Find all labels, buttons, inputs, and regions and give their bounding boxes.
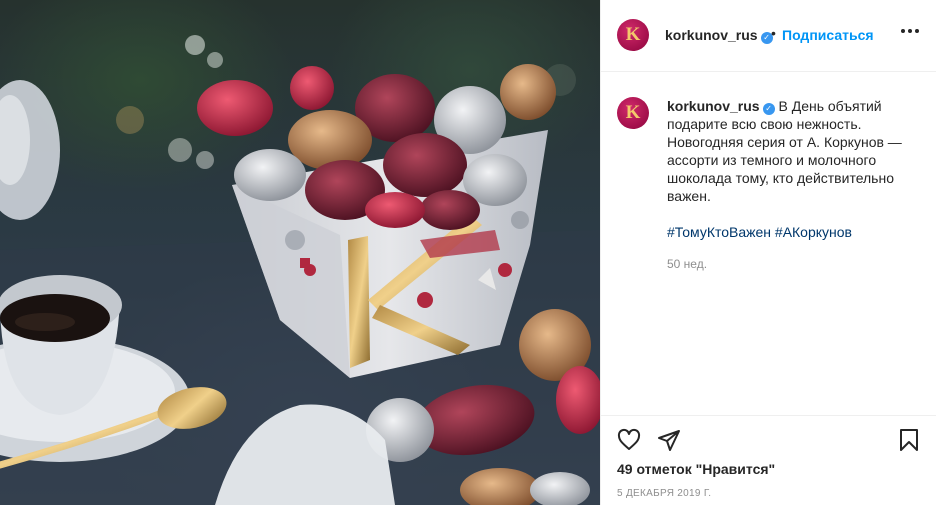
follow-button[interactable]: Подписаться	[782, 27, 874, 43]
more-options-icon[interactable]	[901, 29, 919, 33]
caption-avatar-letter: K	[625, 102, 641, 123]
avatar-letter: K	[625, 24, 641, 45]
send-icon[interactable]	[657, 428, 681, 452]
post-header: K korkunov_rus ✓ • Подписаться	[601, 0, 936, 72]
hashtag-link[interactable]: #АКоркунов	[775, 224, 852, 240]
author-username-text: korkunov_rus	[665, 27, 758, 43]
post-sidebar: K korkunov_rus ✓ • Подписаться K korkunov…	[600, 0, 936, 505]
author-username[interactable]: korkunov_rus ✓	[665, 27, 773, 44]
post-photo[interactable]	[0, 0, 600, 505]
caption-username[interactable]: korkunov_rus ✓	[667, 98, 775, 115]
separator-dot: •	[771, 25, 776, 41]
bookmark-icon[interactable]	[897, 428, 921, 452]
caption-author-avatar[interactable]: K	[617, 97, 649, 129]
post-date[interactable]: 5 ДЕКАБРЯ 2019 Г.	[617, 488, 711, 499]
hashtag-link[interactable]: #ТомуКтоВажен	[667, 224, 771, 240]
caption-text: korkunov_rus ✓ В День объятий подарите вс…	[667, 97, 917, 273]
candy-box-illustration	[0, 35, 600, 505]
hashtag-list: #ТомуКтоВажен #АКоркунов	[667, 223, 917, 241]
verified-badge-icon: ✓	[762, 103, 775, 115]
post-actions: 49 отметок "Нравится" 5 ДЕКАБРЯ 2019 Г.	[601, 415, 936, 505]
author-avatar[interactable]: K	[617, 19, 649, 51]
likes-count[interactable]: 49 отметок "Нравится"	[617, 461, 775, 477]
caption-username-text: korkunov_rus	[667, 98, 760, 114]
heart-icon[interactable]	[617, 428, 641, 452]
caption-age[interactable]: 50 нед.	[667, 255, 917, 273]
